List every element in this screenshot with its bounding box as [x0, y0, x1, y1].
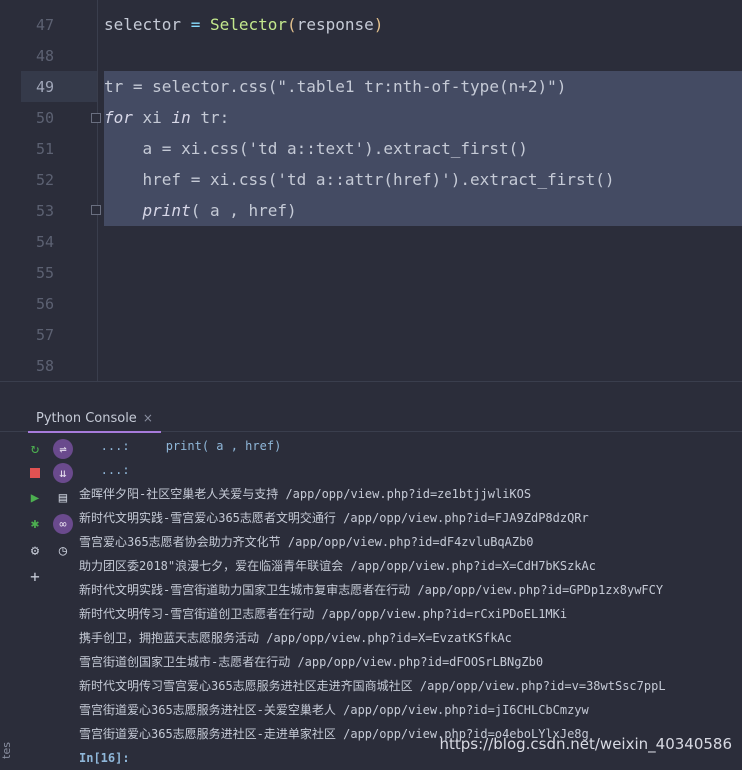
- line-number: 50: [35, 109, 54, 127]
- output-line: 新时代文明传习-雪宫街道创卫志愿者在行动 /app/opp/view.php?i…: [79, 607, 568, 621]
- settings-icon[interactable]: ⚙: [25, 541, 45, 561]
- code-token: for: [104, 108, 133, 127]
- code-token: (: [287, 15, 297, 34]
- code-line[interactable]: 57: [0, 320, 742, 351]
- side-tool-label[interactable]: tes: [0, 742, 16, 759]
- history-icon[interactable]: ◷: [53, 541, 73, 561]
- line-number: 51: [35, 140, 54, 158]
- code-token: tr:: [190, 108, 230, 127]
- stop-icon[interactable]: [25, 463, 45, 483]
- output-line: 新时代文明传习雪宫爱心365志愿服务进社区走进齐国商城社区 /app/opp/v…: [79, 679, 666, 693]
- output-line: 新时代文明实践-雪宫爱心365志愿者文明交通行 /app/opp/view.ph…: [79, 511, 589, 525]
- continuation-line: ...:: [79, 463, 130, 477]
- continuation-line: ...: print( a , href): [79, 439, 282, 453]
- code-token: =: [190, 15, 201, 34]
- tab-python-console[interactable]: Python Console ×: [28, 405, 161, 433]
- code-token: href = xi.css('td a::attr(href)').extrac…: [104, 170, 615, 189]
- code-token: selector: [104, 15, 191, 34]
- code-text: for xi in tr:: [104, 108, 229, 127]
- line-number: 48: [35, 47, 54, 65]
- console-output[interactable]: ...: print( a , href) ...: 金晖伴夕阳-社区空巢老人关…: [79, 434, 742, 770]
- code-text: selector = Selector(response): [104, 15, 383, 34]
- output-line: 新时代文明实践-雪宫街道助力国家卫生城市复审志愿者在行动 /app/opp/vi…: [79, 583, 664, 597]
- code-editor[interactable]: 47 selector = Selector(response) 48 49 tr = …: [0, 0, 742, 381]
- line-number: 58: [35, 357, 54, 375]
- panel-divider[interactable]: [0, 381, 742, 382]
- output-line: 雪宫街道爱心365志愿服务进社区-关爱空巢老人 /app/opp/view.ph…: [79, 703, 589, 717]
- code-line[interactable]: 56: [0, 289, 742, 320]
- code-line[interactable]: 47 selector = Selector(response): [0, 10, 742, 41]
- code-token: response: [296, 15, 374, 34]
- line-number: 47: [35, 16, 54, 34]
- line-number: 56: [35, 295, 54, 313]
- output-line: 雪宫爱心365志愿者协会助力齐文化节 /app/opp/view.php?id=…: [79, 535, 534, 549]
- console-tabbar: Python Console ×: [0, 405, 742, 433]
- line-number: 52: [35, 171, 54, 189]
- output-line: 雪宫街道创国家卫生城市-志愿者在行动 /app/opp/view.php?id=…: [79, 655, 544, 669]
- code-token: ): [373, 15, 384, 34]
- line-number: 55: [35, 264, 54, 282]
- rerun-icon[interactable]: ↻: [25, 439, 45, 459]
- console-toolbar: ↻ ⇌ ⇊ ▶ ▤ ✱ ∞ ⚙ ◷ +: [0, 431, 80, 765]
- code-text: print( a , href): [104, 201, 297, 220]
- code-line[interactable]: 55: [0, 258, 742, 289]
- output-line: 助力团区委2018"浪漫七夕，爱在临淄青年联谊会 /app/opp/view.p…: [79, 559, 596, 573]
- watermark: https://blog.csdn.net/weixin_40340586: [439, 735, 732, 753]
- code-token: ( a , href): [190, 201, 297, 220]
- code-line[interactable]: 58: [0, 351, 742, 382]
- code-text: a = xi.css('td a::text').extract_first(): [104, 139, 528, 158]
- code-token: xi: [132, 108, 172, 127]
- add-console-icon[interactable]: +: [25, 567, 45, 587]
- code-token: tr = selector.css(".table1 tr:nth-of-typ…: [104, 77, 567, 96]
- code-line[interactable]: 53 print( a , href): [0, 196, 742, 227]
- debug-icon[interactable]: ✱: [25, 514, 45, 534]
- code-line[interactable]: 51 a = xi.css('td a::text').extract_firs…: [0, 134, 742, 165]
- scroll-to-end-icon[interactable]: ⇊: [53, 463, 73, 483]
- code-line[interactable]: 49 tr = selector.css(".table1 tr:nth-of-t…: [0, 72, 742, 103]
- soft-wrap-icon[interactable]: ⇌: [53, 439, 73, 459]
- code-text: tr = selector.css(".table1 tr:nth-of-typ…: [104, 77, 566, 96]
- execute-icon[interactable]: ▶: [25, 488, 45, 508]
- close-icon[interactable]: ×: [143, 411, 153, 425]
- output-line: 携手创卫，拥抱蓝天志愿服务活动 /app/opp/view.php?id=X=E…: [79, 631, 512, 645]
- print-icon[interactable]: ▤: [53, 488, 73, 508]
- code-text: href = xi.css('td a::attr(href)').extrac…: [104, 170, 615, 189]
- line-number: 49: [35, 78, 54, 96]
- code-token: a = xi.css('td a::text').extract_first(): [104, 139, 528, 158]
- show-variables-icon[interactable]: ∞: [53, 514, 73, 534]
- code-token: Selector: [209, 15, 288, 34]
- code-token: in: [171, 108, 191, 127]
- code-line[interactable]: 50 for xi in tr:: [0, 103, 742, 134]
- code-line[interactable]: 52 href = xi.css('td a::attr(href)').ext…: [0, 165, 742, 196]
- code-line[interactable]: 54: [0, 227, 742, 258]
- code-token: print: [142, 201, 191, 220]
- line-number: 53: [35, 202, 54, 220]
- line-number: 57: [35, 326, 54, 344]
- tab-label: Python Console: [36, 411, 137, 426]
- line-number: 54: [35, 233, 54, 251]
- output-line: 金晖伴夕阳-社区空巢老人关爱与支持 /app/opp/view.php?id=z…: [79, 487, 532, 501]
- code-line[interactable]: 48: [0, 41, 742, 72]
